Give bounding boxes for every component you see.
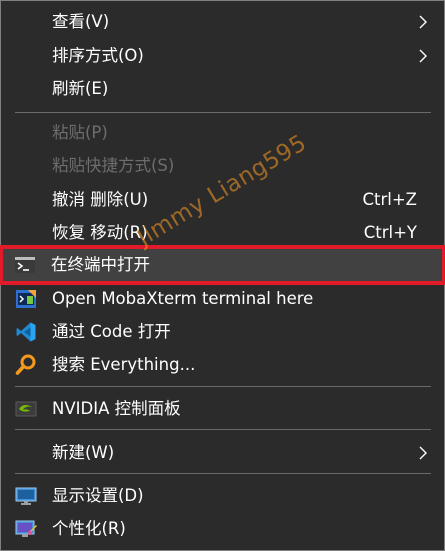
menu-separator — [15, 429, 431, 430]
menu-separator — [15, 473, 431, 474]
menu-item-label: 排序方式(O) — [52, 46, 144, 65]
menu-item-new[interactable]: 新建(W) — [2, 436, 444, 469]
menu-item-label: Open MobaXterm terminal here — [52, 289, 314, 308]
menu-item-paste: 粘贴(P) — [2, 116, 444, 149]
menu-item-label: 新建(W) — [52, 443, 115, 462]
menu-item-label: 通过 Code 打开 — [52, 322, 171, 341]
personalize-icon — [15, 520, 37, 537]
chevron-right-icon — [419, 446, 427, 460]
menu-item-label: 刷新(E) — [52, 79, 109, 98]
menu-item-sort-by[interactable]: 排序方式(O) — [2, 39, 444, 72]
menu-item-undo-delete[interactable]: 撤消 删除(U) Ctrl+Z — [2, 183, 444, 216]
menu-item-label: 粘贴(P) — [52, 123, 108, 142]
menu-item-view[interactable]: 查看(V) — [2, 5, 444, 38]
menu-item-label: 查看(V) — [52, 12, 110, 31]
chevron-right-icon — [419, 15, 427, 29]
menu-separator — [15, 112, 431, 113]
menu-item-label: 撤消 删除(U) — [52, 190, 149, 209]
menu-item-label: 搜索 Everything... — [52, 355, 196, 374]
nvidia-icon — [15, 401, 37, 417]
menu-item-label: 个性化(R) — [52, 519, 126, 538]
menu-item-search-everything[interactable]: 搜索 Everything... — [2, 348, 444, 381]
shortcut-text: Ctrl+Y — [363, 223, 417, 242]
mobaxterm-icon — [16, 290, 36, 308]
menu-item-paste-shortcut: 粘贴快捷方式(S) — [2, 149, 444, 182]
menu-item-personalize[interactable]: 个性化(R) — [2, 512, 444, 545]
shortcut-text: Ctrl+Z — [362, 190, 418, 209]
menu-item-open-in-terminal[interactable]: 在终端中打开 — [0, 245, 445, 285]
menu-item-label: NVIDIA 控制面板 — [52, 399, 181, 418]
menu-item-redo-move[interactable]: 恢复 移动(R) Ctrl+Y — [2, 216, 444, 249]
menu-item-display-settings[interactable]: 显示设置(D) — [2, 479, 444, 512]
menu-item-open-with-code[interactable]: 通过 Code 打开 — [2, 315, 444, 348]
vscode-icon — [16, 322, 36, 342]
menu-item-label: 显示设置(D) — [52, 486, 144, 505]
menu-item-label: 在终端中打开 — [51, 255, 150, 274]
desktop-context-menu: 查看(V) 排序方式(O) 刷新(E) 粘贴(P) 粘贴快捷方式(S) 撤消 删… — [0, 0, 445, 551]
terminal-icon — [15, 257, 35, 273]
menu-item-nvidia-control-panel[interactable]: NVIDIA 控制面板 — [2, 392, 444, 425]
menu-item-refresh[interactable]: 刷新(E) — [2, 72, 444, 105]
menu-item-open-mobaxterm[interactable]: Open MobaXterm terminal here — [2, 282, 444, 315]
chevron-right-icon — [419, 49, 427, 63]
everything-search-icon — [15, 354, 36, 375]
menu-item-label: 恢复 移动(R) — [52, 223, 148, 242]
menu-item-label: 粘贴快捷方式(S) — [52, 156, 175, 175]
display-settings-icon — [15, 487, 37, 505]
menu-separator — [15, 386, 431, 387]
